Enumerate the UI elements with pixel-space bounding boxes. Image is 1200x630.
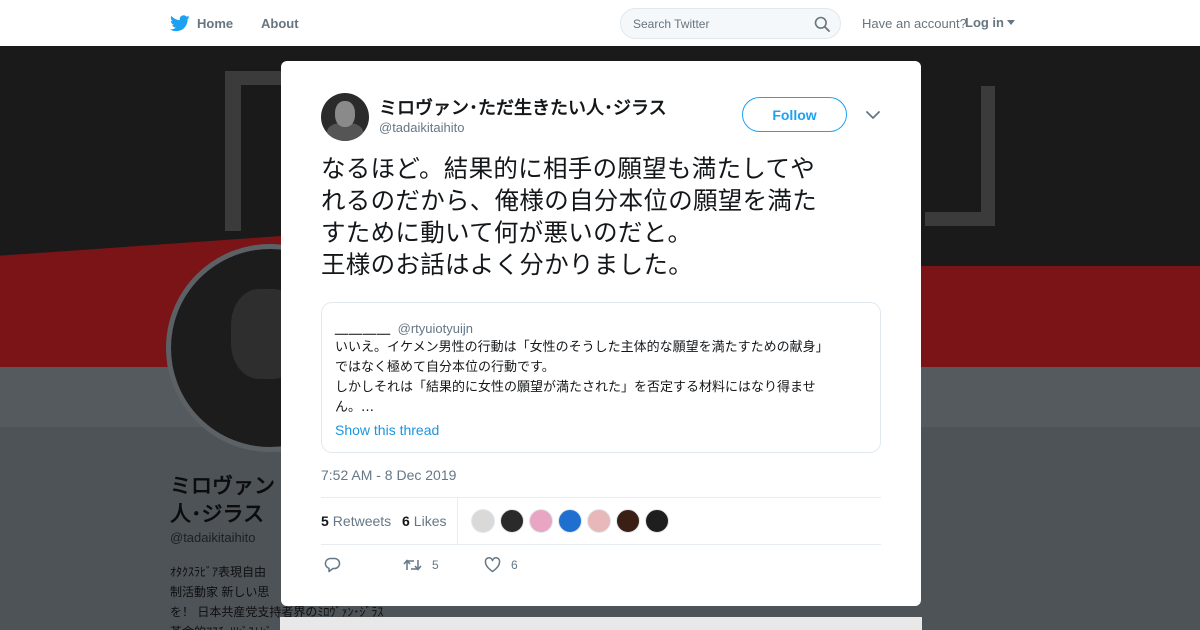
tweet-text-line: すために動いて何が悪いのだと。 (321, 218, 693, 247)
heart-icon (484, 557, 501, 573)
tweet-actions: 5 6 (321, 555, 881, 577)
liker-avatar[interactable] (587, 509, 611, 533)
likes-label: Likes (413, 513, 447, 529)
nav-about-link[interactable]: About (261, 16, 299, 31)
quoted-author-handle: @rtyuiotyuijn (397, 321, 473, 336)
next-sheet-edge (280, 617, 922, 630)
liker-avatar[interactable] (471, 509, 495, 533)
nav-home-label: Home (197, 15, 234, 31)
have-account-text: Have an account? (862, 16, 967, 31)
liker-avatars (471, 509, 669, 533)
tweet-text-line: なるほど。結果的に相手の願望も満たしてや (321, 154, 816, 183)
quoted-author-name: ＿＿＿＿ (335, 321, 392, 336)
like-action-count: 6 (511, 558, 518, 572)
tweet-text-line: れるのだから、俺様の自分本位の願望を満た (321, 186, 817, 215)
profile-name-line1: ミロヴァン (170, 475, 275, 498)
tweet-stats: 5 Retweets 6 Likes (321, 497, 881, 545)
follow-button[interactable]: Follow (742, 97, 847, 132)
author-avatar[interactable] (321, 93, 369, 141)
quoted-text-line: しかしそれは「結果的に女性の願望が満たされた」を否定する材料にはなり得ませ (335, 380, 816, 395)
nav-home-link[interactable]: Home (170, 12, 233, 34)
avatar-head (335, 101, 355, 127)
quoted-tweet-header: ＿＿＿＿ @rtyuiotyuijn (335, 318, 473, 337)
author-handle[interactable]: @tadaikitaihito (379, 120, 464, 135)
chevron-down-icon[interactable] (866, 109, 880, 121)
likes-stat[interactable]: 6 Likes (402, 513, 446, 529)
stats-divider (457, 498, 458, 544)
quoted-text-line: ではなく極めて自分本位の行動です。 (335, 360, 555, 375)
search-icon[interactable] (814, 16, 830, 32)
reply-icon (324, 557, 341, 573)
quoted-text-line: ん。… (335, 400, 375, 415)
top-nav: Home About Have an account? Log in (0, 0, 1200, 46)
twitter-bird-icon (170, 14, 190, 31)
tweet-text-line: 王様のお話はよく分かりました。 (321, 250, 693, 279)
login-dropdown[interactable]: Log in (965, 15, 1015, 30)
retweet-button[interactable]: 5 (403, 557, 439, 573)
caret-down-icon (1007, 19, 1015, 25)
reply-button[interactable] (324, 557, 341, 573)
search-input[interactable] (633, 15, 803, 33)
quoted-tweet-text: いいえ。イケメン男性の行動は「女性のそうした主体的な願望を満たすための献身」 で… (335, 338, 870, 418)
retweets-stat[interactable]: 5 Retweets (321, 513, 391, 529)
liker-avatar[interactable] (500, 509, 524, 533)
tweet-modal: ミロヴァン･ただ生きたい人･ジラス @tadaikitaihito Follow… (281, 61, 921, 606)
retweets-label: Retweets (332, 513, 392, 529)
profile-handle[interactable]: @tadaikitaihito (170, 530, 255, 545)
search-box[interactable] (620, 8, 841, 39)
banner-glyph-right (925, 86, 995, 226)
liker-avatar[interactable] (529, 509, 553, 533)
close-icon[interactable] (1155, 13, 1177, 35)
quoted-tweet[interactable]: ＿＿＿＿ @rtyuiotyuijn いいえ。イケメン男性の行動は「女性のそうし… (321, 302, 881, 453)
retweets-count: 5 (321, 513, 329, 529)
likes-count: 6 (402, 513, 410, 529)
profile-bio-line1: ｵﾀｸｽﾗﾋﾞｱ表現自由 (170, 565, 267, 579)
liker-avatar[interactable] (558, 509, 582, 533)
retweet-icon (403, 559, 422, 571)
liker-avatar[interactable] (645, 509, 669, 533)
tweet-timestamp[interactable]: 7:52 AM - 8 Dec 2019 (321, 467, 456, 483)
show-thread-link[interactable]: Show this thread (335, 422, 439, 438)
profile-name-line2: 人･ジラス (170, 503, 265, 526)
author-name[interactable]: ミロヴァン･ただ生きたい人･ジラス (379, 94, 667, 120)
login-label: Log in (965, 15, 1004, 30)
profile-name: ミロヴァン 人･ジラス (170, 473, 280, 529)
tweet-text: なるほど。結果的に相手の願望も満たしてや れるのだから、俺様の自分本位の願望を満… (321, 153, 886, 281)
profile-bio: ｵﾀｸｽﾗﾋﾞｱ表現自由 (170, 562, 280, 582)
liker-avatar[interactable] (616, 509, 640, 533)
quoted-text-line: いいえ。イケメン男性の行動は「女性のそうした主体的な願望を満たすための献身」 (335, 340, 829, 355)
retweet-action-count: 5 (432, 558, 439, 572)
like-button[interactable]: 6 (484, 557, 518, 573)
